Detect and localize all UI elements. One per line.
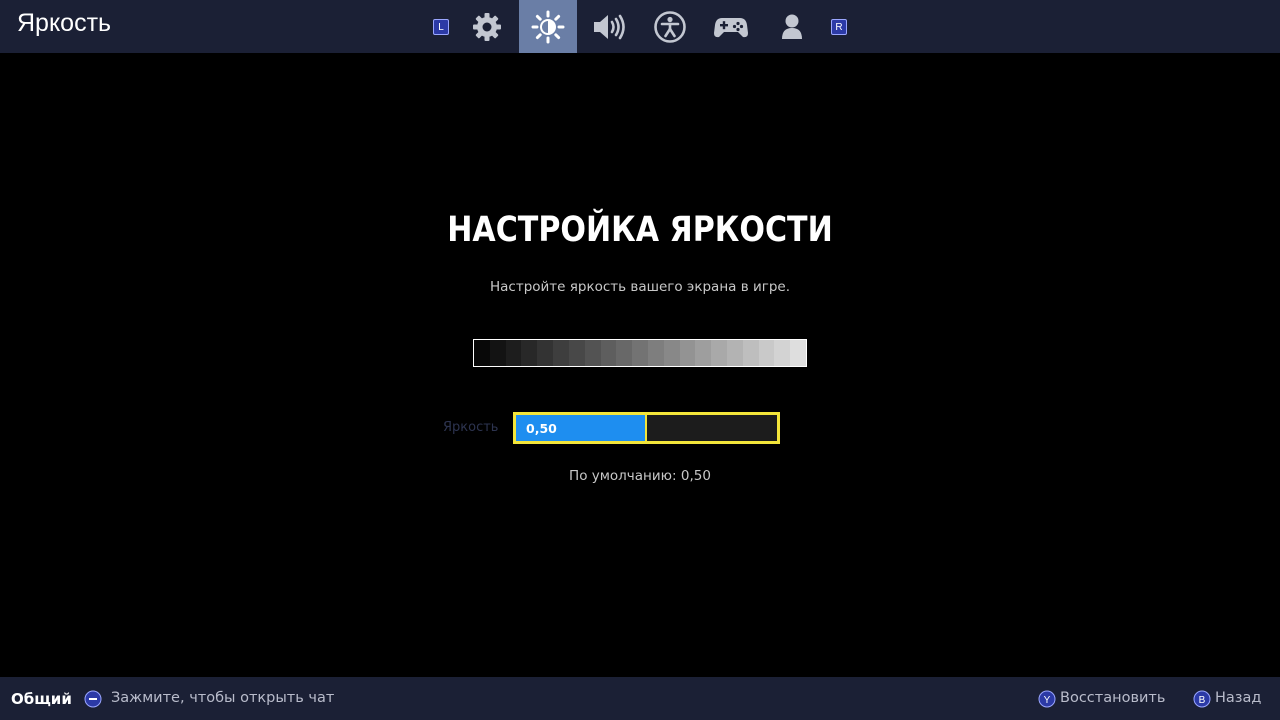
- gear-icon: [473, 12, 501, 41]
- gradient-step: [521, 340, 538, 366]
- gradient-step: [616, 340, 633, 366]
- r-bumper-badge[interactable]: R: [831, 19, 847, 35]
- minus-button-icon: [84, 690, 102, 708]
- b-button-icon: B: [1193, 690, 1211, 708]
- gradient-step: [758, 340, 775, 366]
- accessibility-icon: [654, 10, 686, 43]
- gradient-step: [790, 340, 807, 366]
- b-button-glyph: B: [1199, 695, 1206, 706]
- account-icon: [782, 14, 802, 39]
- gradient-step: [600, 340, 617, 366]
- gradient-step: [489, 340, 506, 366]
- top-bar: Яркость L R: [0, 0, 1280, 53]
- brightness-heading: НАСТРОЙКА ЯРКОСТИ: [447, 210, 833, 250]
- chat-hint: Зажмите, чтобы открыть чат: [111, 690, 335, 706]
- l-bumper-badge[interactable]: L: [433, 19, 449, 35]
- speaker-icon: [594, 14, 625, 39]
- gradient-step: [647, 340, 664, 366]
- brightness-slider-label: Яркость: [443, 420, 499, 435]
- tab-audio[interactable]: [580, 0, 638, 53]
- gradient-step: [695, 340, 712, 366]
- page-title: Яркость: [17, 9, 112, 37]
- y-button-glyph: Y: [1044, 695, 1051, 706]
- gamepad-icon: [714, 17, 748, 37]
- gradient-step: [505, 340, 522, 366]
- tab-account[interactable]: [763, 0, 821, 53]
- gradient-step: [663, 340, 680, 366]
- gradient-step: [474, 340, 490, 366]
- tab-controller[interactable]: [702, 0, 760, 53]
- reset-button[interactable]: Восстановить: [1060, 690, 1165, 706]
- brightness-icon: [531, 10, 565, 43]
- gradient-step: [584, 340, 601, 366]
- back-button[interactable]: Назад: [1215, 690, 1261, 706]
- gradient-step: [679, 340, 696, 366]
- y-button-icon: Y: [1038, 690, 1056, 708]
- gradient-step: [632, 340, 648, 366]
- chat-channel[interactable]: Общий: [11, 690, 72, 708]
- bottom-bar: Общий Зажмите, чтобы открыть чат Y Восст…: [0, 677, 1280, 720]
- brightness-slider[interactable]: 0,50: [513, 412, 780, 444]
- tab-accessibility[interactable]: [641, 0, 699, 53]
- gradient-step: [537, 340, 554, 366]
- gradient-step: [711, 340, 727, 366]
- gradient-step: [553, 340, 569, 366]
- gradient-step: [742, 340, 759, 366]
- brightness-slider-value: 0,50: [526, 421, 557, 436]
- brightness-gradient-bar: [473, 339, 807, 367]
- brightness-subtitle: Настройте яркость вашего экрана в игре.: [489, 279, 791, 295]
- tab-brightness[interactable]: [519, 0, 577, 53]
- brightness-default-value: По умолчанию: 0,50: [569, 468, 711, 484]
- gradient-step: [727, 340, 743, 366]
- gradient-step: [568, 340, 585, 366]
- gradient-step: [774, 340, 791, 366]
- tab-game-settings[interactable]: [458, 0, 516, 53]
